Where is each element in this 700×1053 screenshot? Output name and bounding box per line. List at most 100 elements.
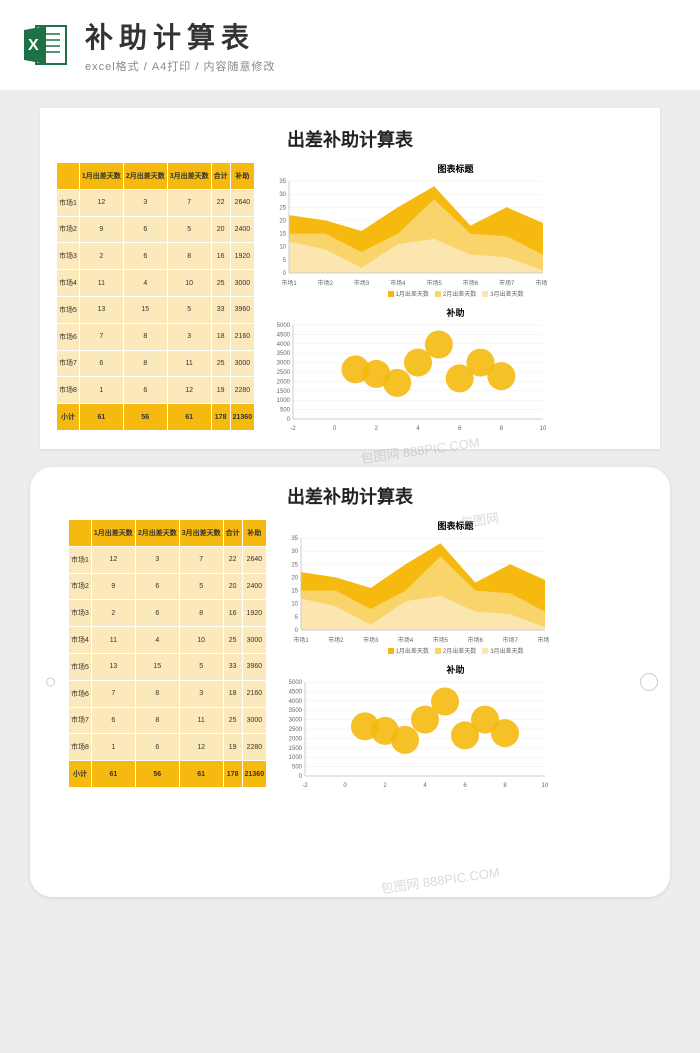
table-header: 2月出差天数 xyxy=(135,520,179,547)
table-row: 市场513155333960 xyxy=(57,296,255,323)
bubble-chart-tablet: 补助 0 500 1000 1500 2000 2500 3000 3500 4000 4500 5… xyxy=(279,663,632,788)
svg-text:-2: -2 xyxy=(290,426,296,431)
svg-text:X: X xyxy=(28,37,39,54)
area-chart-tablet: 图表标题 05101520253035市场1市场2市场3市场4市场5市场6市场7… xyxy=(279,519,632,655)
bubble-chart: 补助 0500100015002000250030003500400045005… xyxy=(267,306,644,431)
sheet-title-tablet: 出差补助计算表 xyxy=(68,483,632,509)
svg-text:5: 5 xyxy=(283,258,287,264)
area-chart-legend: 1月出差天数 2月出差天数 3月出差天数 xyxy=(267,289,644,298)
svg-text:20: 20 xyxy=(279,218,286,224)
table-row: 小计61566117821360 xyxy=(69,761,267,788)
preview-panel: 出差补助计算表 1月出差天数2月出差天数3月出差天数合计补助市场11237222… xyxy=(40,108,660,449)
svg-text:20: 20 xyxy=(291,575,298,581)
svg-text:市场2: 市场2 xyxy=(328,636,344,644)
svg-text:4000: 4000 xyxy=(289,699,303,705)
svg-text:8: 8 xyxy=(503,783,507,788)
svg-text:1500: 1500 xyxy=(277,389,291,395)
svg-text:30: 30 xyxy=(291,549,298,555)
table-row: 小计61566117821360 xyxy=(57,404,255,431)
svg-text:市场7: 市场7 xyxy=(499,279,515,287)
legend-item: 2月出差天数 xyxy=(435,646,476,655)
svg-text:35: 35 xyxy=(291,536,298,542)
svg-text:市场8: 市场8 xyxy=(535,279,547,287)
table-header: 合计 xyxy=(211,163,230,190)
svg-text:2000: 2000 xyxy=(289,736,303,742)
legend-item: 3月出差天数 xyxy=(482,646,523,655)
table-row: 市场513155333960 xyxy=(69,653,267,680)
svg-text:1000: 1000 xyxy=(277,398,291,404)
area-chart-title: 图表标题 xyxy=(279,519,632,532)
svg-text:市场3: 市场3 xyxy=(354,279,370,287)
svg-text:10: 10 xyxy=(540,426,547,431)
table-row: 市场2965202400 xyxy=(57,216,255,243)
area-chart-legend: 1月出差天数 2月出差天数 3月出差天数 xyxy=(279,646,632,655)
table-row: 市场3268161920 xyxy=(57,243,255,270)
legend-item: 3月出差天数 xyxy=(482,289,523,298)
area-chart: 图表标题 05101520253035市场1市场2市场3市场4市场5市场6市场7… xyxy=(267,162,644,298)
svg-text:市场8: 市场8 xyxy=(537,636,549,644)
legend-item: 1月出差天数 xyxy=(388,646,429,655)
svg-text:市场3: 市场3 xyxy=(363,636,379,644)
header-title: 补助计算表 xyxy=(85,16,680,56)
svg-text:市场1: 市场1 xyxy=(293,636,309,644)
table-header: 3月出差天数 xyxy=(167,163,211,190)
svg-text:500: 500 xyxy=(292,765,303,771)
table-row: 市场3268161920 xyxy=(69,600,267,627)
svg-text:10: 10 xyxy=(291,602,298,608)
svg-text:市场6: 市场6 xyxy=(468,636,484,644)
data-table-tablet: 1月出差天数2月出差天数3月出差天数合计补助市场11237222640市场296… xyxy=(68,519,267,788)
header-subtitle: excel格式 / A4打印 / 内容随意修改 xyxy=(85,58,680,74)
svg-text:8: 8 xyxy=(500,426,504,431)
data-table: 1月出差天数2月出差天数3月出差天数合计补助市场11237222640市场296… xyxy=(56,162,255,431)
svg-text:3000: 3000 xyxy=(289,718,303,724)
legend-item: 2月出差天数 xyxy=(435,289,476,298)
svg-text:5000: 5000 xyxy=(277,323,291,329)
table-row: 市场11237222640 xyxy=(57,189,255,216)
svg-text:3000: 3000 xyxy=(277,361,291,367)
svg-text:市场6: 市场6 xyxy=(463,279,479,287)
svg-text:2000: 2000 xyxy=(277,379,291,385)
svg-text:2: 2 xyxy=(383,783,387,788)
tablet-mockup: 出差补助计算表 1月出差天数2月出差天数3月出差天数合计补助市场11237222… xyxy=(30,467,670,897)
svg-text:市场4: 市场4 xyxy=(390,279,406,287)
svg-text:2: 2 xyxy=(375,426,379,431)
bubble-chart-title: 补助 xyxy=(279,663,632,676)
table-header: 补助 xyxy=(242,520,266,547)
svg-text:15: 15 xyxy=(291,589,298,595)
svg-text:1500: 1500 xyxy=(289,746,303,752)
table-row: 市场76811253000 xyxy=(69,707,267,734)
svg-text:2500: 2500 xyxy=(277,370,291,376)
svg-text:0: 0 xyxy=(295,628,299,634)
sheet-title: 出差补助计算表 xyxy=(56,126,644,152)
svg-text:35: 35 xyxy=(279,179,286,185)
svg-text:6: 6 xyxy=(463,783,467,788)
svg-text:1000: 1000 xyxy=(289,755,303,761)
table-row: 市场411410253000 xyxy=(57,270,255,297)
svg-text:0: 0 xyxy=(333,426,337,431)
svg-text:4500: 4500 xyxy=(289,689,303,695)
table-row: 市场81612192280 xyxy=(57,377,255,404)
svg-text:4500: 4500 xyxy=(277,332,291,338)
bubble-chart-title: 补助 xyxy=(267,306,644,319)
svg-text:2500: 2500 xyxy=(289,727,303,733)
svg-text:10: 10 xyxy=(279,245,286,251)
svg-text:4: 4 xyxy=(416,426,420,431)
svg-text:0: 0 xyxy=(299,774,303,780)
svg-text:0: 0 xyxy=(283,271,287,277)
table-header: 1月出差天数 xyxy=(91,520,135,547)
svg-text:3500: 3500 xyxy=(289,708,303,714)
table-header: 2月出差天数 xyxy=(123,163,167,190)
svg-text:3500: 3500 xyxy=(277,351,291,357)
table-header: 补助 xyxy=(230,163,254,190)
svg-text:5: 5 xyxy=(295,615,299,621)
table-row: 市场411410253000 xyxy=(69,627,267,654)
svg-text:-2: -2 xyxy=(302,783,308,788)
svg-text:10: 10 xyxy=(542,783,549,788)
svg-text:市场5: 市场5 xyxy=(433,636,449,644)
svg-text:15: 15 xyxy=(279,232,286,238)
svg-text:0: 0 xyxy=(343,783,347,788)
svg-text:25: 25 xyxy=(291,562,298,568)
svg-text:5000: 5000 xyxy=(289,680,303,686)
area-chart-title: 图表标题 xyxy=(267,162,644,175)
table-row: 市场81612192280 xyxy=(69,734,267,761)
